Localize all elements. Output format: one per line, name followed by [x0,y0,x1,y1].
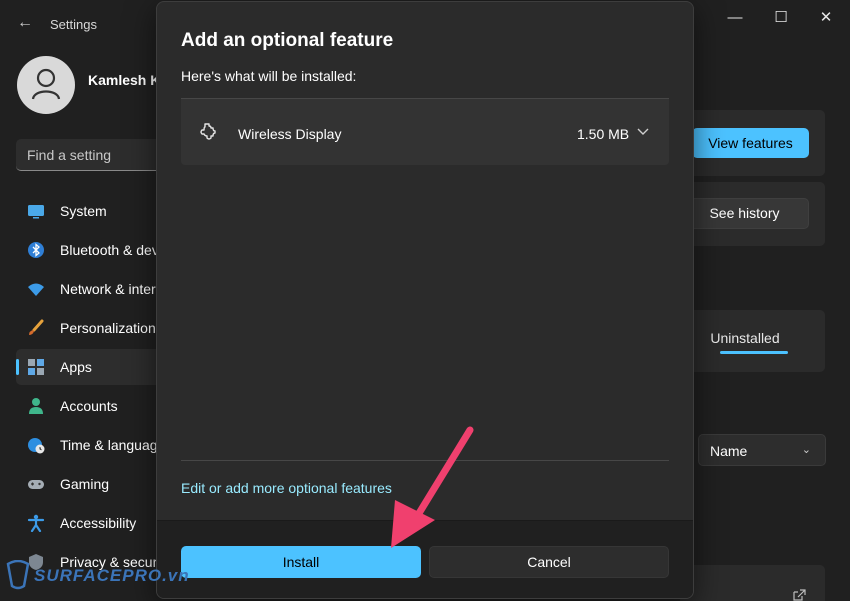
bluetooth-icon [28,242,44,258]
accessibility-icon [27,514,45,532]
divider [181,460,669,461]
dialog-footer: Install Cancel [157,520,693,598]
search-placeholder: Find a setting [27,147,112,163]
tab-uninstalled[interactable]: Uninstalled [700,330,790,346]
maximize-button[interactable]: ☐ [766,8,796,28]
puzzle-gear-icon [200,123,216,140]
sidebar-item-system[interactable]: System [16,193,166,229]
sidebar-item-label: Bluetooth & dev [60,242,159,258]
cancel-button[interactable]: Cancel [429,546,669,578]
gamepad-icon [28,480,44,489]
avatar[interactable] [17,56,75,114]
sort-dropdown[interactable]: Name ⌄ [698,434,826,466]
person-icon [31,68,61,100]
sidebar-item-label: Personalization [60,320,156,336]
close-button[interactable]: ✕ [811,8,841,28]
sidebar-item-apps[interactable]: Apps [16,349,166,385]
sidebar-item-accounts[interactable]: Accounts [16,388,166,424]
sidebar-item-personalization[interactable]: Personalization [16,310,166,346]
selection-indicator [16,359,19,375]
watermark-text: SURFACEPRO.vn [34,566,190,585]
sidebar-item-label: Gaming [60,476,110,492]
search-input[interactable]: Find a setting [16,139,166,171]
sidebar-item-label: Network & inter [60,281,156,297]
globe-clock-icon [28,438,45,454]
feature-row[interactable]: Wireless Display 1.50 MB [181,99,669,165]
chevron-down-icon[interactable] [637,125,649,137]
chevron-down-icon: ⌄ [801,444,811,456]
external-link-icon[interactable] [792,589,806,601]
sidebar-item-label: Accounts [60,398,118,414]
sidebar-item-accessibility[interactable]: Accessibility [16,505,166,541]
view-features-button[interactable]: View features [692,128,809,158]
sidebar-item-label: System [60,203,107,219]
feature-size: 1.50 MB [577,126,630,142]
feature-name: Wireless Display [238,126,342,142]
surface-logo-icon [6,559,30,590]
brush-icon [29,319,44,335]
add-optional-feature-dialog: Add an optional feature Here's what will… [156,1,694,599]
sort-value: Name [710,443,748,459]
sidebar-item-label: Accessibility [60,515,137,531]
sidebar-item-bluetooth[interactable]: Bluetooth & dev [16,232,166,268]
app-title: Settings [50,17,97,32]
sidebar-item-gaming[interactable]: Gaming [16,466,166,502]
tab-underline [720,351,788,354]
install-button[interactable]: Install [181,546,421,578]
watermark-logo: SURFACEPRO.vn [4,559,189,594]
minimize-button[interactable]: — [720,8,750,28]
edit-optional-features-link[interactable]: Edit or add more optional features [181,480,392,496]
sidebar-item-network[interactable]: Network & inter [16,271,166,307]
apps-icon [28,359,44,375]
dialog-title: Add an optional feature [181,30,394,51]
person-icon [29,398,43,414]
sidebar-item-label: Apps [60,359,92,375]
sidebar-item-time-language[interactable]: Time & languag [16,427,166,463]
back-arrow-icon[interactable]: ← [14,12,36,34]
see-history-button[interactable]: See history [680,198,809,229]
wifi-icon [28,283,44,296]
monitor-icon [28,205,44,219]
dialog-subtitle: Here's what will be installed: [181,68,357,84]
settings-window: ← Settings — ☐ ✕ Kamlesh Ku Find a setti… [0,0,850,601]
sidebar-item-label: Time & languag [60,437,158,453]
